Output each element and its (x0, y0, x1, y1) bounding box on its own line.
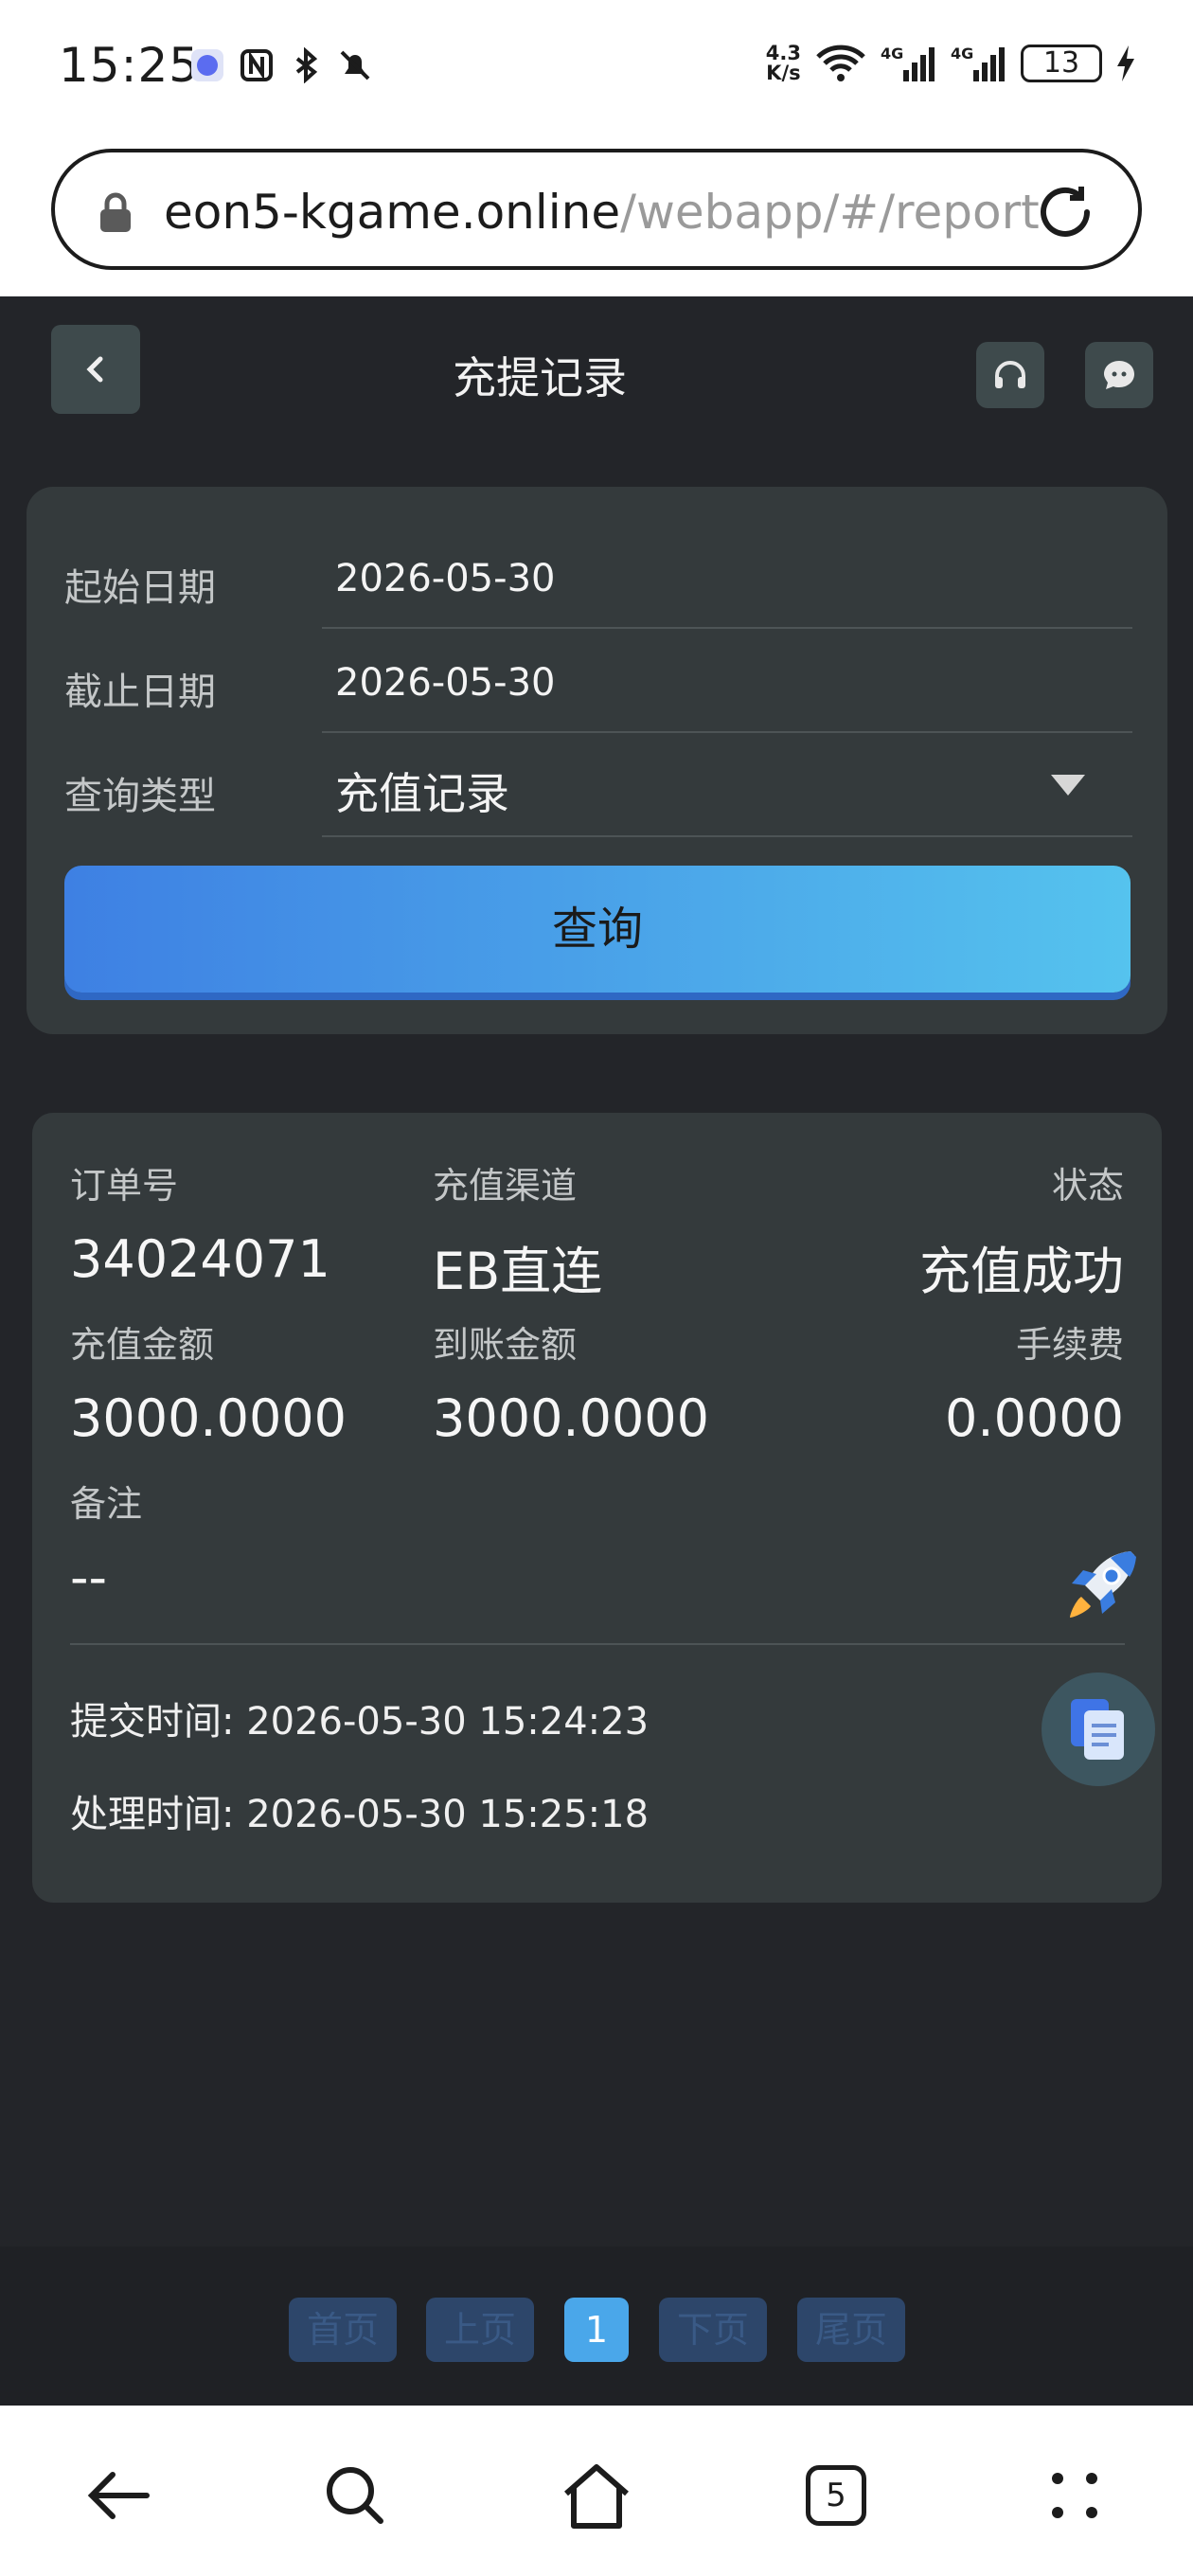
back-nav-button[interactable] (76, 2453, 161, 2538)
fee-value: 0.0000 (945, 1388, 1124, 1448)
prev-page-button[interactable]: 上页 (426, 2298, 534, 2362)
query-form: 起始日期 2026-05-30 截止日期 2026-05-30 查询类型 充值记… (27, 487, 1167, 1034)
tabs-nav-button[interactable]: 5 (793, 2453, 879, 2538)
query-button[interactable]: 查询 (64, 866, 1131, 993)
url-bar[interactable]: eon5-kgame.online/webapp/#/report (51, 149, 1142, 270)
current-page[interactable]: 1 (564, 2298, 629, 2362)
document-icon (1071, 1699, 1124, 1760)
wifi-icon (816, 45, 865, 81)
chat-icon (1104, 361, 1134, 389)
amount-label: 充值金额 (70, 1324, 215, 1366)
status-bar: 15:25 4.3 K/s 4G 4G 13 (0, 0, 1193, 137)
bluetooth-icon (295, 47, 318, 83)
remark-label: 备注 (70, 1483, 143, 1525)
arrow-left-icon (87, 2472, 150, 2519)
pagination: 首页 上页 1 下页 尾页 (0, 2246, 1193, 2406)
svg-text:4G: 4G (951, 45, 973, 63)
menu-nav-button[interactable] (1032, 2453, 1117, 2538)
order-cell: 订单号 34024071 (70, 1156, 330, 1289)
url-path: /webapp/#/report (620, 185, 1040, 240)
arrived-cell: 到账金额 3000.0000 (433, 1315, 709, 1448)
net-speed: 4.3 K/s (766, 44, 801, 83)
start-date-row: 起始日期 2026-05-30 (27, 487, 1167, 629)
signal-4g-icon-2: 4G (951, 45, 1005, 81)
query-type-label: 查询类型 (64, 775, 216, 818)
arrived-value: 3000.0000 (433, 1388, 710, 1448)
divider (70, 1643, 1125, 1645)
status-value: 充值成功 (919, 1242, 1124, 1301)
fee-label: 手续费 (1015, 1324, 1124, 1366)
query-type-value: 充值记录 (335, 768, 509, 819)
browser-toolbar: eon5-kgame.online/webapp/#/report (0, 137, 1193, 296)
channel-cell: 充值渠道 EB直连 (433, 1156, 602, 1304)
process-time: 处理时间: 2026-05-30 15:25:18 (70, 1793, 650, 1836)
last-page-button[interactable]: 尾页 (797, 2298, 905, 2362)
headset-icon (995, 361, 1025, 388)
search-icon (327, 2467, 383, 2524)
status-cell: 状态 充值成功 (919, 1156, 1124, 1304)
amount-cell: 充值金额 3000.0000 (70, 1315, 347, 1448)
rocket-icon[interactable] (1057, 1542, 1146, 1631)
url-host: eon5-kgame.online (164, 185, 621, 240)
query-type-row: 查询类型 充值记录 (27, 695, 1167, 837)
submit-time: 提交时间: 2026-05-30 15:24:23 (70, 1700, 650, 1744)
order-value: 34024071 (70, 1229, 330, 1289)
mute-icon (340, 50, 370, 80)
channel-value: EB直连 (433, 1242, 603, 1301)
battery-icon: 13 (1021, 45, 1102, 82)
reload-icon[interactable] (1034, 181, 1096, 243)
net-speed-unit: K/s (766, 62, 801, 84)
app-icon (191, 49, 223, 81)
message-button[interactable] (1085, 342, 1153, 408)
channel-label: 充值渠道 (433, 1165, 578, 1207)
first-page-button[interactable]: 首页 (289, 2298, 397, 2362)
nfc-icon (240, 49, 273, 81)
arrived-label: 到账金额 (433, 1324, 578, 1366)
url-text[interactable]: eon5-kgame.online/webapp/#/report (164, 185, 1040, 240)
end-date-row: 截止日期 2026-05-30 (27, 591, 1167, 733)
floating-document-button[interactable] (1042, 1673, 1155, 1786)
status-time: 15:25 (59, 38, 201, 93)
amount-value: 3000.0000 (70, 1388, 347, 1448)
browser-bottom-nav: 5 (0, 2406, 1193, 2576)
net-speed-value: 4.3 (765, 42, 801, 64)
page-title: 充提记录 (453, 352, 627, 403)
order-label: 订单号 (70, 1165, 179, 1207)
search-nav-button[interactable] (312, 2453, 398, 2538)
query-type-select[interactable]: 充值记录 (322, 733, 1132, 837)
lock-icon (100, 192, 131, 232)
record-card: 订单号 34024071 充值渠道 EB直连 状态 充值成功 充值金额 3000… (32, 1113, 1162, 1903)
more-dots-icon (1052, 2473, 1097, 2518)
home-nav-button[interactable] (554, 2453, 639, 2538)
svg-text:4G: 4G (881, 45, 903, 63)
fee-cell: 手续费 0.0000 (945, 1315, 1124, 1448)
tabs-count: 5 (806, 2465, 866, 2526)
next-page-button[interactable]: 下页 (659, 2298, 767, 2362)
caret-down-icon (1051, 775, 1085, 796)
remark-value: -- (70, 1547, 107, 1607)
signal-4g-icon: 4G (881, 45, 935, 81)
status-label: 状态 (1051, 1165, 1124, 1207)
status-left-icons (189, 47, 373, 83)
app-header: 充提记录 (0, 296, 1193, 453)
charging-icon (1117, 45, 1134, 81)
remark-cell: 备注 -- (70, 1475, 142, 1607)
customer-service-button[interactable] (976, 342, 1044, 408)
status-right-icons: 4.3 K/s 4G 4G 13 (766, 44, 1136, 83)
home-icon (564, 2464, 629, 2529)
